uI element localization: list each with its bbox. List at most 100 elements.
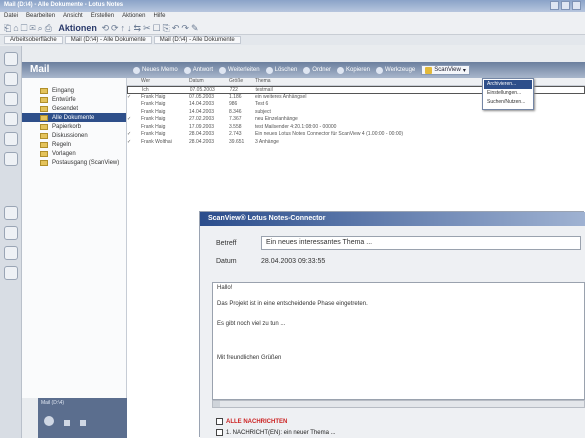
folder-icon <box>40 141 48 148</box>
column-who[interactable]: Wer <box>141 78 189 85</box>
scanview-button[interactable]: ScanView ▾ <box>421 65 470 75</box>
trash-icon <box>40 123 48 130</box>
table-row[interactable]: Frank Haig 17.09.2003 3.558 test Mailsender… <box>127 124 585 132</box>
subject-label: Betreff <box>216 239 237 247</box>
table-row[interactable]: ✓ Frank Wolthai 28.04.2003 39.651 3 Anhänge <box>127 139 585 147</box>
table-row[interactable]: ✓ Frank Haig 28.04.2003 2.743 Ein neues Lotu… <box>127 131 585 139</box>
menu-bar: Datei Bearbeiten Ansicht Erstellen Aktio… <box>0 12 585 21</box>
nav-item-drafts[interactable]: Entwürfe <box>22 95 126 104</box>
menu-item[interactable]: Aktionen <box>122 13 145 20</box>
tab-workspace[interactable]: Arbeitsoberfläche <box>4 36 63 44</box>
folder-icon <box>303 66 311 74</box>
checkbox-icon[interactable] <box>216 429 223 436</box>
status-icon[interactable] <box>64 420 70 426</box>
forward-icon <box>219 66 227 74</box>
column-subject[interactable]: Thema <box>255 78 585 85</box>
folder-icon <box>40 132 48 139</box>
body-line: Es gibt noch viel zu tun ... <box>217 321 286 327</box>
subject-row: Betreff Ein neues interessantes Thema ..… <box>216 236 581 250</box>
status-globe-icon[interactable] <box>44 416 54 426</box>
copy-icon <box>336 66 344 74</box>
menu-item[interactable]: Hilfe <box>153 13 165 20</box>
message-body[interactable]: Hallo! Das Projekt ist in eine entscheid… <box>212 282 585 400</box>
tab-mail-2[interactable]: Mail (D:\4) - Alle Dokumente <box>153 36 241 44</box>
column-date[interactable]: Datum <box>189 78 229 85</box>
body-line: Das Projekt ist in eine entscheidende Ph… <box>217 301 368 307</box>
all-messages-checkbox[interactable]: ALLE NACHRICHTEN <box>216 418 287 425</box>
reply-button[interactable]: Antwort <box>183 66 213 74</box>
bookmark-bar <box>0 46 22 438</box>
bookmark-calendar-icon[interactable] <box>3 72 18 86</box>
new-memo-button[interactable]: Neues Memo <box>133 66 178 74</box>
connector-dialog: ScanView® Lotus Notes-Connector Betreff … <box>200 212 585 438</box>
tools-button[interactable]: Werkzeuge <box>376 66 415 74</box>
body-line: Mit freundlichen Grüßen <box>217 355 282 361</box>
folder-button[interactable]: Ordner <box>303 66 331 74</box>
folder-navigator: Eingang Entwürfe Gesendet Alle Dokumente… <box>22 78 127 398</box>
nav-footer: Mail (D:\4) <box>38 398 127 438</box>
bookmark-history-icon[interactable] <box>3 246 18 260</box>
bookmark-todo-icon[interactable] <box>3 112 18 126</box>
new-memo-icon <box>133 66 140 74</box>
bookmark-mail-icon[interactable] <box>3 52 18 66</box>
window-title-text: Mail (D:\4) - Alle Dokumente - Lotus Not… <box>4 2 124 8</box>
toolbar-icons[interactable]: ⎗⌂☐✉⌕⎙ <box>4 23 54 33</box>
reply-icon <box>183 66 191 74</box>
close-button[interactable] <box>572 1 581 10</box>
bookmark-folder-icon[interactable] <box>3 206 18 220</box>
nav-item-inbox[interactable]: Eingang <box>22 86 126 95</box>
column-size[interactable]: Größe <box>229 78 255 85</box>
nav-item-all-documents[interactable]: Alle Dokumente <box>22 113 126 122</box>
menu-item[interactable]: Datei <box>4 13 18 20</box>
subject-field[interactable]: Ein neues interessantes Thema ... <box>261 236 581 250</box>
menu-item-settings[interactable]: Einstellungen... <box>484 89 532 98</box>
scanview-icon <box>425 66 433 74</box>
forward-button[interactable]: Weiterleiten <box>219 66 260 74</box>
nav-title: Mail <box>22 62 127 78</box>
nav-footer-label: Mail (D:\4) <box>41 400 65 406</box>
nav-item-trash[interactable]: Papierkorb <box>22 122 126 131</box>
nav-item-rules[interactable]: Regeln <box>22 140 126 149</box>
minimize-button[interactable] <box>550 1 559 10</box>
folder-icon <box>40 159 48 166</box>
tab-mail-1[interactable]: Mail (D:\4) - Alle Dokumente <box>64 36 152 44</box>
horizontal-scrollbar[interactable] <box>212 400 585 408</box>
delete-icon <box>265 66 273 74</box>
bookmark-replicator-icon[interactable] <box>3 132 18 146</box>
menu-item[interactable]: Ansicht <box>63 13 83 20</box>
toolbar-label[interactable]: Aktionen <box>58 23 97 33</box>
bookmark-more-icon[interactable] <box>3 266 18 280</box>
menu-item-archive[interactable]: Archivieren... <box>484 80 532 89</box>
nav-item-discussions[interactable]: Diskussionen <box>22 131 126 140</box>
checkbox-icon[interactable] <box>216 418 223 425</box>
folder-icon <box>40 105 48 112</box>
bookmark-web-icon[interactable] <box>3 226 18 240</box>
date-value: 28.04.2003 09:33:55 <box>261 258 326 265</box>
message-checkbox[interactable]: 1. NACHRICHT(EN): ein neuer Thema ... <box>216 429 336 436</box>
nav-item-templates[interactable]: Vorlagen <box>22 149 126 158</box>
window-tabs: Arbeitsoberfläche Mail (D:\4) - Alle Dok… <box>0 35 585 45</box>
folder-icon <box>40 96 48 103</box>
nav-item-sent[interactable]: Gesendet <box>22 104 126 113</box>
body-line: Hallo! <box>217 285 233 291</box>
bookmark-database-icon[interactable] <box>3 152 18 166</box>
date-label: Datum <box>216 258 237 265</box>
scanview-menu: Archivieren... Einstellungen... Suchen/N… <box>482 78 534 110</box>
status-icon[interactable] <box>80 420 86 426</box>
menu-item[interactable]: Bearbeiten <box>26 13 55 20</box>
copy-button[interactable]: Kopieren <box>336 66 370 74</box>
delete-button[interactable]: Löschen <box>265 66 297 74</box>
window-title: Mail (D:\4) - Alle Dokumente - Lotus Not… <box>0 0 585 12</box>
toolbar-icons-2[interactable]: ⟲⟳↑↓⇆✂☐⎘↶↷✎ <box>101 23 200 33</box>
chevron-down-icon: ▾ <box>462 67 466 74</box>
dialog-title: ScanView® Lotus Notes-Connector <box>200 212 585 226</box>
maximize-button[interactable] <box>561 1 570 10</box>
menu-item-search[interactable]: Suchen/Nutzen... <box>484 98 532 107</box>
menu-item[interactable]: Erstellen <box>91 13 114 20</box>
nav-item-outbox[interactable]: Postausgang (ScanView) <box>22 158 126 167</box>
scroll-left-arrow[interactable] <box>213 401 220 407</box>
inbox-icon <box>40 87 48 94</box>
date-row: Datum 28.04.2003 09:33:55 <box>216 258 325 265</box>
bookmark-address-icon[interactable] <box>3 92 18 106</box>
table-row[interactable]: ✓ Frank Haig 27.02.2003 7.367 neu Einzelanhä… <box>127 116 585 124</box>
